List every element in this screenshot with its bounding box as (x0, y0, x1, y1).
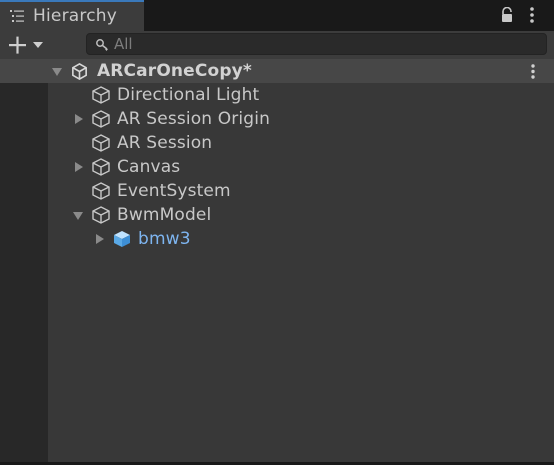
expand-arrow-down-icon[interactable] (73, 211, 83, 221)
item-label: bmw3 (138, 229, 191, 249)
lock-icon[interactable] (499, 7, 515, 23)
hierarchy-list-icon (10, 10, 24, 22)
chevron-down-icon (33, 42, 43, 48)
hierarchy-item-ar-session-origin[interactable]: AR Session Origin (0, 107, 554, 131)
item-label: AR Session (117, 133, 213, 153)
gameobject-cube-icon (92, 134, 110, 152)
unity-logo-icon (72, 62, 87, 81)
hierarchy-toolbar (0, 31, 554, 59)
item-label: EventSystem (117, 181, 231, 201)
search-input[interactable] (114, 34, 534, 54)
scene-header-row[interactable]: ARCarOneCopy* (0, 59, 554, 83)
search-field[interactable] (86, 33, 547, 55)
item-label: Canvas (117, 157, 181, 177)
search-icon (96, 39, 108, 51)
expand-arrow-right-icon[interactable] (74, 162, 84, 172)
hierarchy-tree: ARCarOneCopy* Directional Light AR Sessi… (0, 59, 554, 465)
tab-bar: Hierarchy (0, 0, 554, 31)
gameobject-cube-icon (92, 86, 110, 104)
gameobject-cube-icon (92, 158, 110, 176)
tab-menu-kebab-icon[interactable] (526, 6, 538, 24)
hierarchy-item-bmw3[interactable]: bmw3 (0, 227, 554, 251)
expand-arrow-down-icon[interactable] (52, 67, 62, 77)
gameobject-cube-icon (92, 110, 110, 128)
hierarchy-item-canvas[interactable]: Canvas (0, 155, 554, 179)
create-dropdown-button[interactable] (6, 34, 48, 56)
plus-icon (9, 36, 26, 54)
expand-arrow-right-icon[interactable] (95, 234, 105, 244)
prefab-cube-icon (114, 231, 130, 247)
tab-title: Hierarchy (33, 6, 117, 26)
item-label: AR Session Origin (117, 109, 271, 129)
item-label: BwmModel (117, 205, 212, 225)
gameobject-cube-icon (92, 206, 110, 224)
scene-name: ARCarOneCopy* (97, 61, 252, 81)
item-label: Directional Light (117, 85, 260, 105)
tab-hierarchy[interactable]: Hierarchy (0, 0, 144, 31)
hierarchy-item-eventsystem[interactable]: EventSystem (0, 179, 554, 203)
hierarchy-item-ar-session[interactable]: AR Session (0, 131, 554, 155)
gameobject-cube-icon (92, 182, 110, 200)
hierarchy-item-directional-light[interactable]: Directional Light (0, 83, 554, 107)
expand-arrow-right-icon[interactable] (74, 114, 84, 124)
scene-menu-kebab-icon[interactable] (529, 64, 537, 79)
hierarchy-item-bwmmodel[interactable]: BwmModel (0, 203, 554, 227)
